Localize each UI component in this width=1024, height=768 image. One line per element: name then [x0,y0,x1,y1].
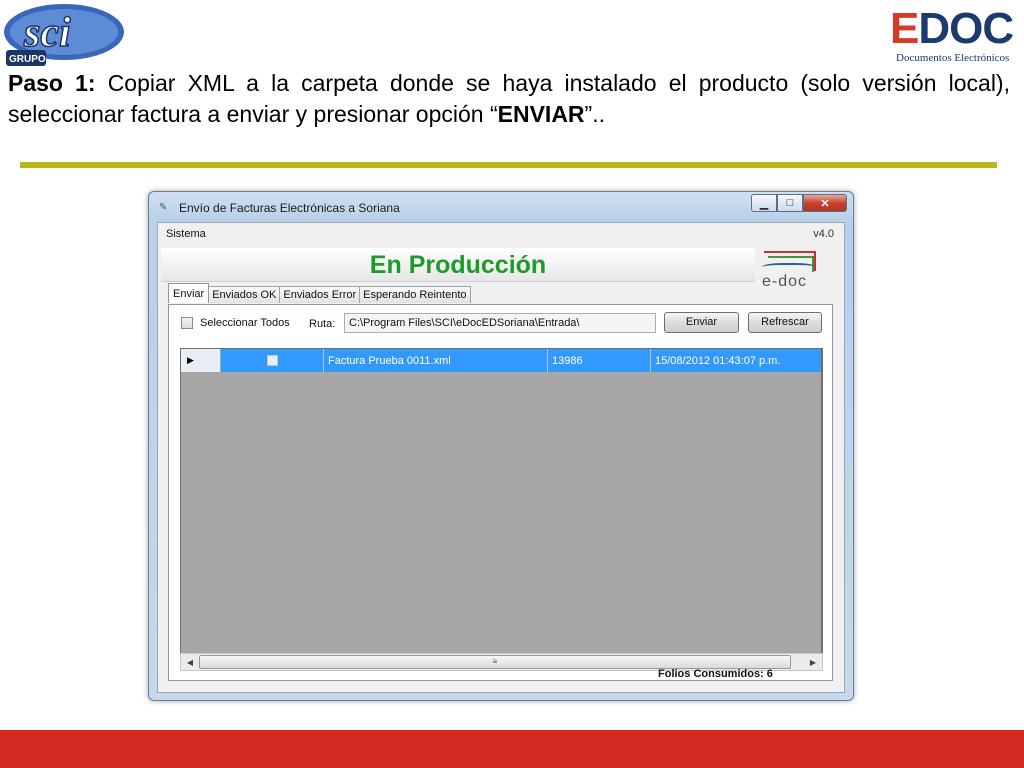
maximize-icon[interactable]: □ [777,194,803,212]
tab-strip: Enviar Enviados OK Enviados Error Espera… [168,283,471,303]
menu-sistema[interactable]: Sistema [166,228,206,240]
select-all-option[interactable]: Seleccionar Todos [181,317,290,329]
window-client-area: Sistema v4.0 En Producción e-doc Enviar … [157,222,845,693]
step-label: Paso 1: [8,70,96,96]
invoice-grid: ▶ Factura Prueba 0011.xml 13986 15/08/20… [180,348,823,654]
file-name-cell[interactable]: Factura Prueba 0011.xml [324,349,548,372]
tab-enviar[interactable]: Enviar [168,283,210,303]
step-text-end: ”.. [584,101,605,127]
row-checkbox-cell[interactable] [221,349,324,372]
app-window: ✎ Envío de Facturas Electrónicas a Soria… [148,191,854,701]
tab-esperando-reintento[interactable]: Esperando Reintento [359,286,471,303]
toolbar: Seleccionar Todos Ruta: C:\Program Files… [169,305,832,339]
scroll-thumb[interactable]: ≡ [199,655,791,669]
close-icon[interactable]: ✕ [803,194,847,212]
step-instructions: Paso 1: Copiar XML a la carpeta donde se… [8,68,1010,130]
edoc-logo-subtitle: Documentos Electrónicos [896,52,1010,64]
minimize-icon[interactable]: ▁ [751,194,777,212]
version-label: v4.0 [813,228,834,240]
tab-enviados-ok[interactable]: Enviados OK [208,286,281,303]
select-all-label: Seleccionar Todos [200,317,290,329]
enviar-button[interactable]: Enviar [664,312,739,333]
refrescar-button[interactable]: Refrescar [748,312,822,333]
tab-enviados-error[interactable]: Enviados Error [279,286,361,303]
row-checkbox[interactable] [266,355,278,366]
ruta-input[interactable]: C:\Program Files\SCI\eDocEDSoriana\Entra… [344,313,656,333]
title-bar[interactable]: ✎ Envío de Facturas Electrónicas a Soria… [149,192,853,222]
sci-logo-sub: GRUPO [9,54,46,65]
folios-consumidos: Folios Consumidos: 6 [658,668,773,680]
ruta-label: Ruta: [309,318,336,330]
environment-banner-text: En Producción [369,251,547,279]
window-controls: ▁ □ ✕ [751,194,847,212]
window-title: Envío de Facturas Electrónicas a Soriana [179,201,400,215]
footer-band [0,730,1024,768]
svg-text:sci: sci [23,10,71,56]
table-row[interactable]: ▶ Factura Prueba 0011.xml 13986 15/08/20… [181,349,821,372]
scroll-left-icon[interactable]: ◀ [182,655,198,670]
edoc-logo: EDOC Documentos Electrónicos [890,6,1020,68]
divider-rule [20,162,997,168]
edoc-app-logo-text: e-doc [762,273,808,290]
sci-logo: sci GRUPO [2,0,124,70]
step-keyword: ENVIAR [497,101,585,127]
scroll-right-icon[interactable]: ▶ [805,655,821,670]
menu-bar: Sistema v4.0 [158,223,844,245]
row-pointer-icon[interactable]: ▶ [181,349,221,372]
file-date-cell[interactable]: 15/08/2012 01:43:07 p.m. [651,349,821,372]
tab-page-enviar: Seleccionar Todos Ruta: C:\Program Files… [168,304,833,681]
environment-banner: En Producción [161,248,755,282]
file-size-cell[interactable]: 13986 [548,349,651,372]
app-icon: ✎ [159,202,168,213]
edoc-app-logo: e-doc [762,251,824,295]
select-all-checkbox[interactable] [181,317,193,329]
